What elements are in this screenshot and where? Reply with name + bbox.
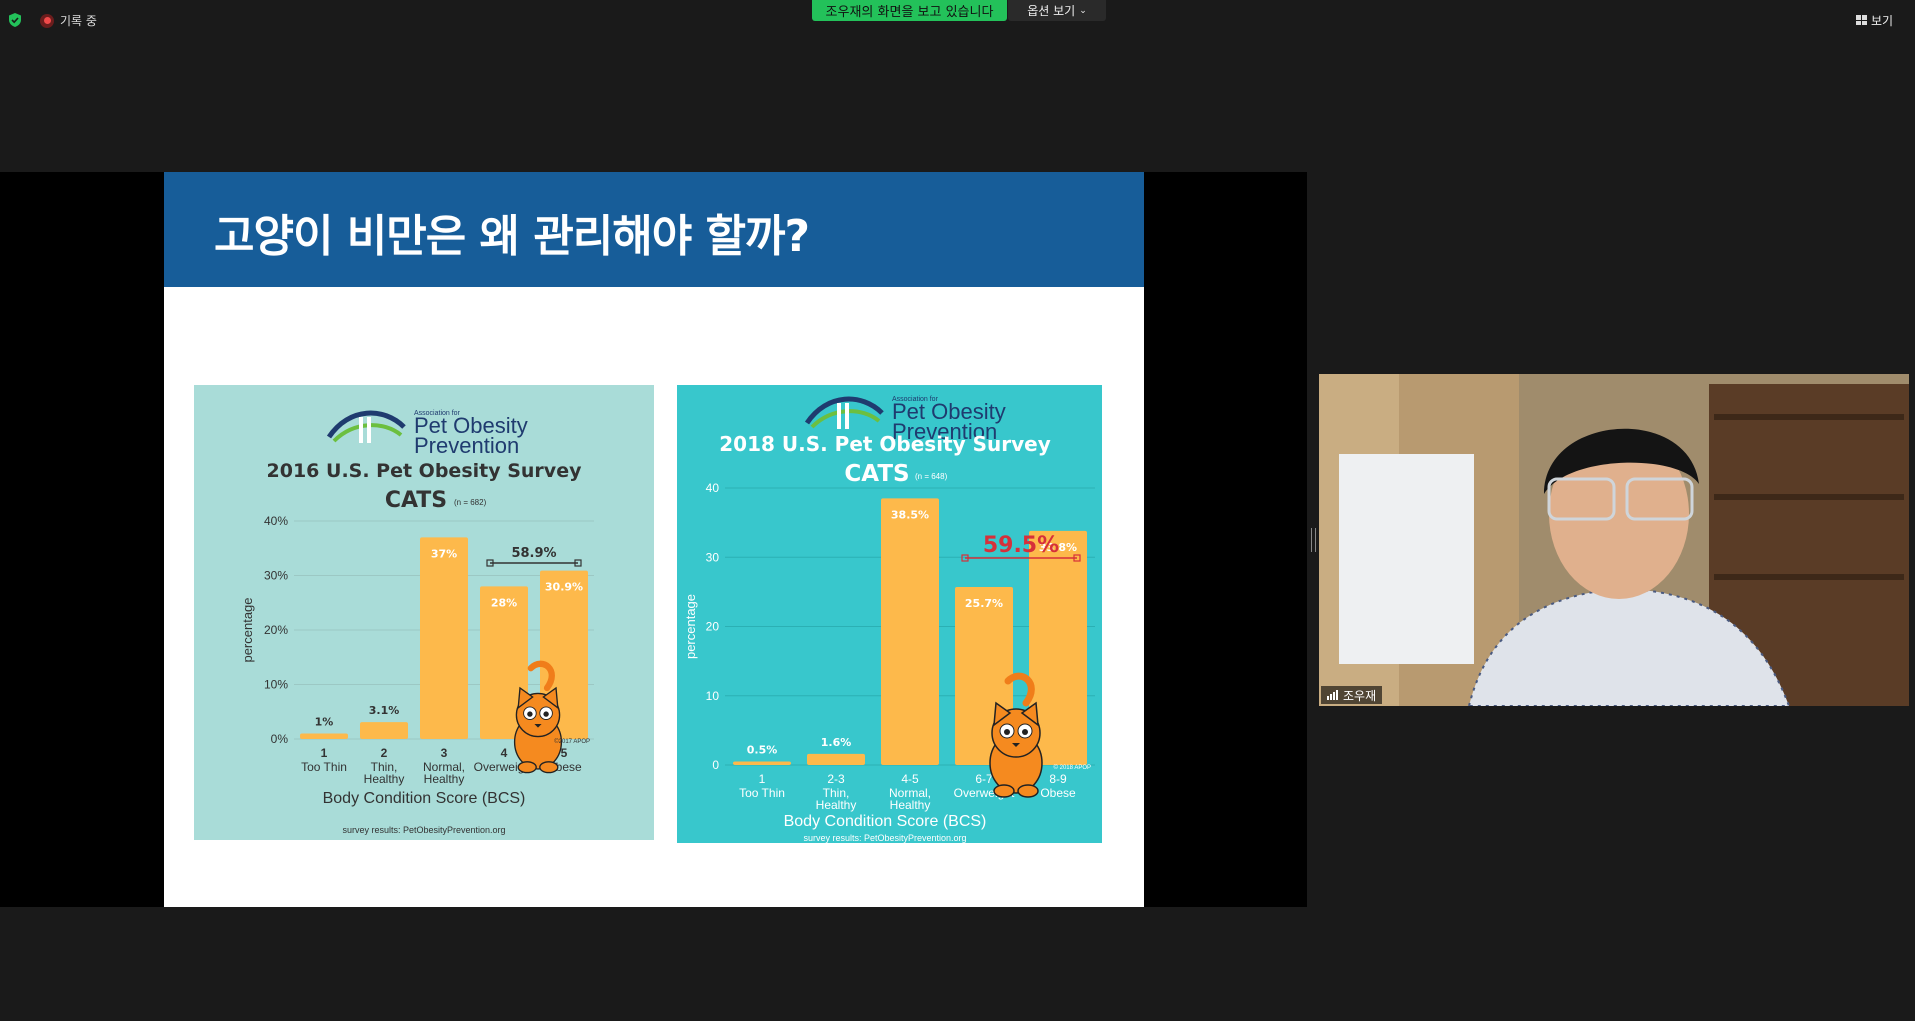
chart-subtitle: CATS bbox=[844, 461, 909, 487]
bar bbox=[733, 761, 791, 765]
x-tick-number: 1 bbox=[321, 746, 328, 760]
x-tick-number: 3 bbox=[441, 746, 448, 760]
x-tick-number: 2-3 bbox=[827, 772, 845, 786]
y-tick-label: 40% bbox=[264, 514, 288, 528]
y-tick-label: 0% bbox=[271, 732, 289, 746]
recording-indicator[interactable]: 기록 중 bbox=[40, 12, 97, 29]
x-tick-label: Healthy bbox=[816, 798, 857, 812]
bar-value-label: 0.5% bbox=[747, 744, 778, 757]
x-tick-number: 2 bbox=[381, 746, 388, 760]
y-tick-label: 0 bbox=[712, 758, 719, 772]
chart-n-label: (n = 648) bbox=[915, 472, 948, 481]
participant-video[interactable]: 조우재 bbox=[1319, 374, 1909, 706]
video-frame bbox=[1319, 374, 1909, 706]
bar-value-label: 3.1% bbox=[369, 704, 400, 717]
x-tick-number: 6-7 bbox=[975, 772, 993, 786]
bar-value-label: 1% bbox=[315, 716, 334, 729]
x-tick-number: 5 bbox=[561, 746, 568, 760]
presentation-slide: 고양이 비만은 왜 관리해야 할까? Association for Pet Ob… bbox=[164, 172, 1144, 907]
slide-title: 고양이 비만은 왜 관리해야 할까? bbox=[214, 211, 810, 262]
screen-share-banner: 조우재의 화면을 보고 있습니다 bbox=[812, 0, 1007, 21]
participant-name: 조우재 bbox=[1343, 688, 1377, 703]
y-tick-label: 10% bbox=[264, 678, 288, 692]
bar-value-label: 1.6% bbox=[821, 736, 852, 749]
x-tick-number: 8-9 bbox=[1049, 772, 1067, 786]
chart-n-label: (n = 682) bbox=[454, 498, 487, 507]
x-tick-number: 1 bbox=[759, 772, 766, 786]
bar-value-label: 38.5% bbox=[891, 508, 929, 521]
gallery-grid-icon bbox=[1856, 15, 1867, 25]
bar bbox=[881, 498, 939, 765]
x-axis-label: Body Condition Score (BCS) bbox=[323, 790, 526, 807]
copyright-label: © 2018 APOP bbox=[1054, 764, 1091, 771]
x-tick-label: Healthy bbox=[424, 772, 465, 786]
bar bbox=[360, 722, 408, 739]
x-tick-label: Healthy bbox=[890, 798, 931, 812]
record-icon bbox=[40, 13, 54, 28]
bar-value-label: 28% bbox=[491, 596, 517, 609]
x-tick-label: Healthy bbox=[364, 772, 405, 786]
copyright-label: ©2017 APOP bbox=[554, 738, 590, 745]
bar-value-label: 30.9% bbox=[545, 581, 583, 594]
participant-name-tag: 조우재 bbox=[1321, 686, 1383, 704]
y-tick-label: 10 bbox=[706, 689, 720, 703]
chart-subtitle: CATS bbox=[385, 488, 447, 513]
panel-resize-handle[interactable] bbox=[1311, 528, 1316, 552]
y-tick-label: 30% bbox=[264, 569, 288, 583]
bar bbox=[420, 537, 468, 739]
bar-value-label: 37% bbox=[431, 547, 457, 560]
slide-header: 고양이 비만은 왜 관리해야 할까? bbox=[164, 172, 1144, 287]
bracket-label: 58.9% bbox=[511, 546, 556, 561]
recording-label: 기록 중 bbox=[60, 14, 97, 28]
x-tick-label: Obese bbox=[1040, 786, 1076, 800]
footer-label: survey results: PetObesityPrevention.org bbox=[342, 825, 505, 835]
bracket-label: 59.5% bbox=[983, 533, 1059, 558]
x-tick-number: 4-5 bbox=[901, 772, 919, 786]
logo-name-line2: Prevention bbox=[414, 433, 519, 458]
chart-title: 2018 U.S. Pet Obesity Survey bbox=[719, 432, 1051, 456]
x-axis-label: Body Condition Score (BCS) bbox=[784, 813, 987, 830]
y-tick-label: 20% bbox=[264, 623, 288, 637]
chevron-down-icon: ⌄ bbox=[1079, 5, 1087, 16]
bar bbox=[807, 753, 865, 765]
y-axis-label: percentage bbox=[683, 594, 698, 659]
chart-title: 2016 U.S. Pet Obesity Survey bbox=[267, 460, 583, 482]
y-tick-label: 40 bbox=[706, 481, 720, 495]
bar bbox=[300, 733, 348, 739]
chart-2018-svg: Association forPet ObesityPrevention2018… bbox=[683, 396, 1095, 843]
view-button[interactable]: 보기 bbox=[1856, 10, 1908, 30]
top-bar: 기록 중 조우재의 화면을 보고 있습니다 옵션 보기 ⌄ 보기 bbox=[0, 0, 1915, 38]
bar-value-label: 25.7% bbox=[965, 597, 1003, 610]
view-options-button[interactable]: 옵션 보기 ⌄ bbox=[1008, 0, 1106, 21]
signal-strength-icon bbox=[1327, 690, 1338, 700]
chart-2016-survey: Association for Pet Obesity Prevention 2016… bbox=[194, 385, 654, 840]
logo-stripe bbox=[837, 403, 841, 429]
y-tick-label: 30 bbox=[706, 550, 720, 564]
y-axis-label: percentage bbox=[240, 597, 255, 662]
logo-stripe bbox=[845, 403, 849, 429]
x-tick-label: Too Thin bbox=[301, 760, 347, 774]
footer-label: survey results: PetObesityPrevention.org bbox=[803, 833, 966, 843]
chart-2018-survey: Association for Pet Obesity Prevention 2018… bbox=[677, 385, 1102, 843]
x-tick-label: Too Thin bbox=[739, 786, 785, 800]
chart-2016-svg: Association forPet ObesityPrevention2016… bbox=[240, 410, 594, 835]
view-options-label: 옵션 보기 bbox=[1027, 4, 1076, 18]
y-tick-label: 20 bbox=[706, 620, 720, 634]
logo-stripe bbox=[367, 417, 371, 443]
view-label: 보기 bbox=[1871, 13, 1894, 28]
security-shield-icon[interactable] bbox=[7, 12, 23, 28]
x-tick-number: 4 bbox=[501, 746, 508, 760]
logo-stripe bbox=[359, 417, 363, 443]
